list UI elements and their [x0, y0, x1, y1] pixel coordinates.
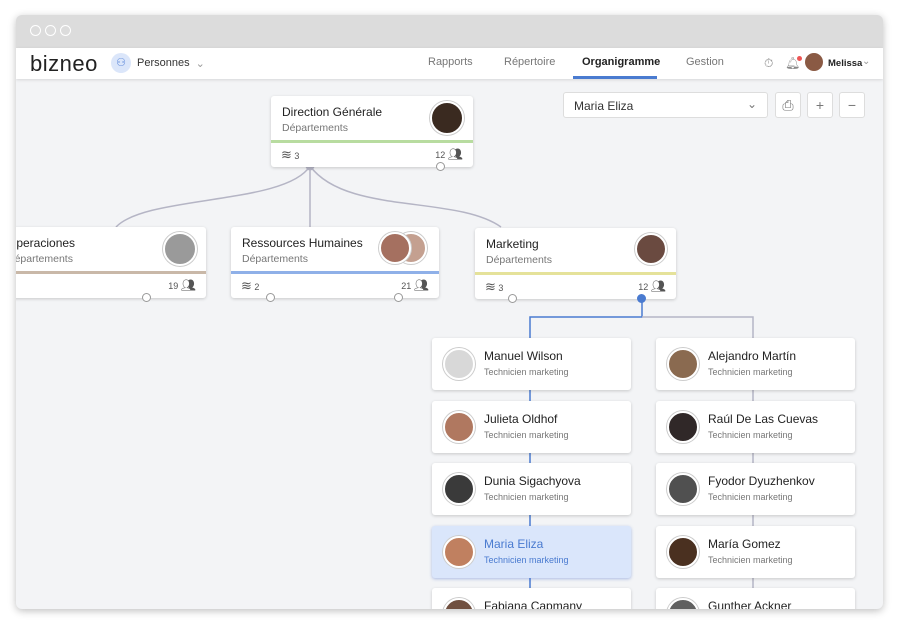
avatar: [667, 598, 699, 609]
department-subtitle: Départements: [486, 254, 552, 266]
person-name: Gunther Ackner: [708, 599, 792, 609]
layers-icon: ≋: [485, 279, 496, 294]
person-card[interactable]: Fabiana Capmany Technicien marketing: [432, 588, 631, 609]
zoom-out-button[interactable]: −: [839, 92, 865, 118]
person-name: Dunia Sigachyova: [484, 474, 581, 488]
person-job: Technicien marketing: [708, 554, 793, 565]
department-card-rh[interactable]: Ressources Humaines Départements ≋ 2 21 …: [231, 227, 439, 302]
person-job: Technicien marketing: [484, 554, 569, 565]
person-card[interactable]: Dunia Sigachyova Technicien marketing: [432, 463, 631, 515]
department-subtitle: Départements: [282, 122, 348, 134]
avatar: [667, 410, 699, 443]
department-title: Operaciones: [16, 236, 76, 250]
people-icon: 👥︎: [180, 278, 196, 292]
people-count: 21 👥︎: [401, 278, 429, 292]
subdepartments-count: ≋ 3: [485, 279, 504, 294]
avatar: [163, 232, 197, 266]
people-icon: 👥︎: [447, 147, 463, 161]
avatar: [635, 233, 667, 265]
layers-icon: ≋: [281, 147, 292, 162]
person-name: Julieta Oldhof: [484, 411, 558, 426]
avatar: [443, 535, 475, 568]
person-name: Raúl De Las Cuevas: [708, 411, 819, 426]
avatar: [667, 535, 699, 568]
layers-icon: ≋: [241, 278, 252, 293]
avatar: [430, 101, 464, 135]
expand-node[interactable]: [142, 293, 151, 302]
people-icon: 👥︎: [413, 278, 429, 292]
people-icon: 👥︎: [650, 279, 666, 293]
department-card-operaciones[interactable]: Operaciones Départements 19 👥︎: [16, 227, 206, 302]
person-job: Technicien marketing: [484, 367, 569, 377]
app-window: bizneo ⚇ Personnes ⌄ Rapports Répertoire…: [16, 15, 883, 609]
expanded-node[interactable]: [637, 294, 646, 303]
expand-node[interactable]: [394, 293, 403, 302]
avatar: [443, 410, 475, 443]
person-job: Technicien marketing: [708, 429, 793, 440]
employee-search-select[interactable]: Maria Eliza ⌄: [563, 92, 768, 118]
avatar: [443, 598, 475, 609]
expand-node[interactable]: [266, 293, 275, 302]
person-card[interactable]: Julieta Oldhof Technicien marketing: [432, 400, 631, 453]
avatar: [667, 348, 699, 380]
print-button[interactable]: ⎙: [775, 92, 801, 118]
avatar: [379, 232, 411, 264]
person-card[interactable]: Alejandro Martín Technicien marketing: [656, 338, 855, 390]
person-name: Fyodor Dyuzhenkov: [708, 474, 815, 488]
color-bar: [475, 272, 676, 275]
person-job: Technicien marketing: [708, 367, 793, 377]
department-card-marketing[interactable]: Marketing Départements ≋ 3 12 👥︎: [475, 228, 676, 303]
avatar: [443, 348, 475, 380]
expand-node[interactable]: [508, 294, 517, 303]
department-subtitle: Départements: [16, 253, 73, 265]
search-value: Maria Eliza: [574, 99, 634, 113]
person-card[interactable]: Gunther Ackner Technicien marketing: [656, 588, 855, 609]
people-count: 12 👥︎: [435, 147, 463, 161]
color-bar: [271, 140, 473, 143]
color-bar: [231, 271, 439, 274]
department-title: Ressources Humaines: [242, 236, 363, 250]
person-job: Technicien marketing: [708, 492, 793, 502]
person-card[interactable]: Maria Eliza Technicien marketing: [432, 525, 631, 578]
person-name: Manuel Wilson: [484, 349, 563, 363]
person-job: Technicien marketing: [484, 492, 569, 502]
person-card[interactable]: María Gomez Technicien marketing: [656, 525, 855, 578]
subdepartments-count: ≋ 2: [241, 278, 260, 293]
zoom-in-button[interactable]: +: [807, 92, 833, 118]
department-title: Marketing: [486, 237, 539, 251]
person-name: María Gomez: [708, 536, 781, 551]
people-count: 12 👥︎: [638, 279, 666, 293]
department-card-direction[interactable]: Direction Générale Départements ≋ 3 12 👥…: [271, 96, 473, 171]
avatar: [667, 473, 699, 505]
color-bar: [16, 271, 206, 274]
department-subtitle: Départements: [242, 253, 308, 265]
person-name: Maria Eliza: [484, 536, 544, 551]
person-card[interactable]: Manuel Wilson Technicien marketing: [432, 338, 631, 390]
person-card[interactable]: Raúl De Las Cuevas Technicien marketing: [656, 400, 855, 453]
people-count: 19 👥︎: [168, 278, 196, 292]
person-name: Alejandro Martín: [708, 349, 797, 363]
person-job: Technicien marketing: [484, 429, 569, 440]
chevron-down-icon: ⌄: [746, 97, 757, 111]
person-name: Fabiana Capmany: [484, 599, 583, 609]
avatar: [443, 473, 475, 505]
subdepartments-count: ≋ 3: [281, 147, 300, 162]
person-card[interactable]: Fyodor Dyuzhenkov Technicien marketing: [656, 463, 855, 515]
department-title: Direction Générale: [282, 105, 383, 119]
expand-node[interactable]: [436, 162, 445, 171]
